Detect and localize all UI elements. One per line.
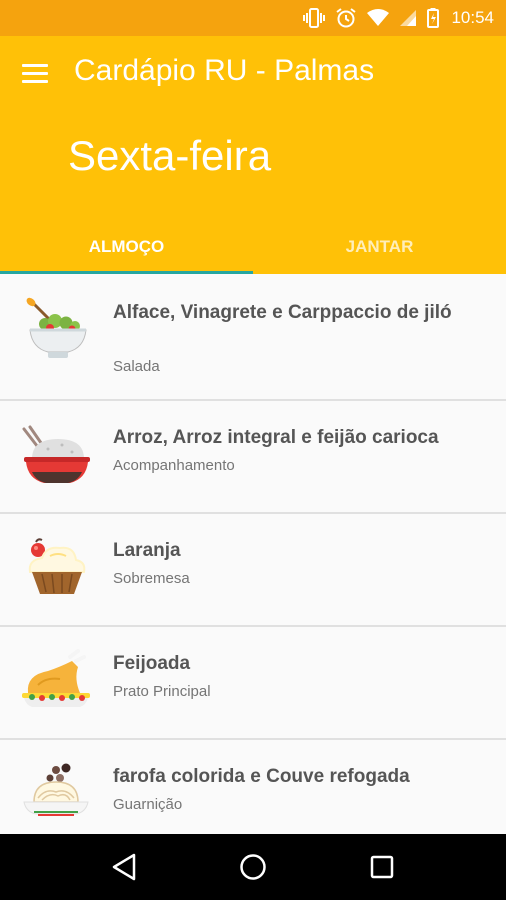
dish-name: Laranja xyxy=(113,540,181,561)
status-bar: 10:54 xyxy=(0,0,506,36)
dish-category: Guarnição xyxy=(113,796,183,813)
tab-jantar[interactable]: JANTAR xyxy=(253,220,506,274)
home-circle-icon xyxy=(240,854,266,880)
navigation-bar xyxy=(0,834,506,900)
roast-chicken-icon xyxy=(22,649,90,707)
day-title: Sexta-feira xyxy=(68,132,272,179)
home-button[interactable] xyxy=(233,847,273,887)
menu-list: Alface, Vinagrete e Carppaccio de jiló S… xyxy=(0,274,506,834)
menu-item-salada[interactable]: Alface, Vinagrete e Carppaccio de jiló S… xyxy=(0,274,506,399)
dish-name: Feijoada xyxy=(113,653,191,674)
menu-item-prato-principal[interactable]: Feijoada Prato Principal xyxy=(0,627,506,738)
recents-square-icon xyxy=(370,855,393,879)
alarm-icon xyxy=(336,8,357,28)
status-time: 10:54 xyxy=(451,8,494,27)
back-triangle-icon xyxy=(113,853,136,881)
wifi-icon xyxy=(367,9,390,26)
hamburger-menu-icon[interactable] xyxy=(22,60,52,86)
meal-tabs: ALMOÇO JANTAR xyxy=(0,220,506,274)
app-header: Cardápio RU - Palmas Sexta-feira ALMOÇO … xyxy=(0,36,506,274)
pasta-plate-icon xyxy=(23,763,89,816)
dish-name: Alface, Vinagrete e Carppaccio de jiló xyxy=(113,302,452,323)
dish-category: Acompanhamento xyxy=(113,457,235,474)
cupcake-icon xyxy=(28,538,86,594)
rice-bowl-icon xyxy=(22,425,90,483)
menu-item-sobremesa[interactable]: Laranja Sobremesa xyxy=(0,514,506,625)
dish-category: Prato Principal xyxy=(113,683,211,700)
recents-button[interactable] xyxy=(362,847,402,887)
dish-category: Salada xyxy=(113,358,160,375)
vibrate-icon xyxy=(303,8,326,28)
salad-bowl-icon xyxy=(26,297,87,358)
dish-category: Sobremesa xyxy=(113,570,190,587)
menu-item-guarnicao[interactable]: farofa colorida e Couve refogada Guarniç… xyxy=(0,740,506,834)
back-button[interactable] xyxy=(104,847,144,887)
app-title: Cardápio RU - Palmas xyxy=(74,54,375,87)
dish-name: farofa colorida e Couve refogada xyxy=(113,766,410,787)
battery-icon xyxy=(427,8,440,28)
tab-almoco[interactable]: ALMOÇO xyxy=(0,220,253,274)
dish-name: Arroz, Arroz integral e feijão carioca xyxy=(113,427,439,448)
menu-item-acompanhamento[interactable]: Arroz, Arroz integral e feijão carioca A… xyxy=(0,401,506,512)
signal-icon xyxy=(400,10,417,26)
